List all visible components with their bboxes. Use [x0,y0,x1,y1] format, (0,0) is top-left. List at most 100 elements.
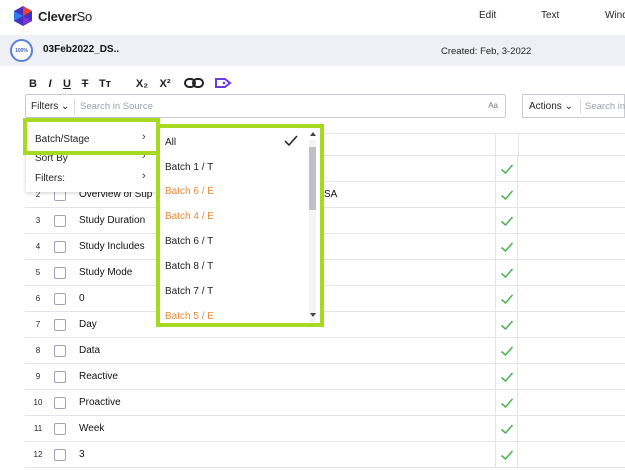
row-label[interactable]: Study Duration [79,215,145,226]
row-label[interactable]: Study Mode [79,267,132,278]
table-row[interactable]: 12 3 [25,442,625,468]
check-icon [500,268,513,279]
link-icon[interactable] [183,76,205,90]
document-title[interactable]: 03Feb2022_DS.. [43,44,119,55]
row-checkbox[interactable] [54,241,66,253]
row-number: 8 [35,346,41,355]
brand-name-light: So [76,9,93,24]
filters-dropdown-button[interactable]: Filters ⌄ [31,101,69,112]
search-source-input[interactable]: Search in Source [80,101,153,112]
table-row[interactable]: 8 Data [25,338,625,364]
menu-text[interactable]: Text [541,10,559,21]
table-row[interactable]: 11 Week [25,416,625,442]
row-label[interactable]: Reactive [79,371,118,382]
filters-label: Filters [31,101,59,112]
row-checkbox[interactable] [54,215,66,227]
subscript-button[interactable]: X₂ [134,77,150,91]
source-filter-bar: Filters ⌄ Search in Source Aa [25,94,506,118]
row-checkbox[interactable] [54,345,66,357]
actions-bar: Actions ⌄ Search in [522,94,625,118]
status-cell [495,312,518,338]
check-icon [500,372,513,383]
check-icon [500,164,513,175]
brand-name: CleverSo [38,9,92,24]
row-number: 11 [33,424,43,433]
status-cell [495,260,518,286]
search-target-input[interactable]: Search in [585,101,625,112]
bold-button[interactable]: B [27,77,39,91]
highlight-box [156,124,324,327]
row-number: 12 [33,450,43,459]
table-row[interactable]: 9 Reactive [25,364,625,390]
check-icon [500,242,513,253]
row-checkbox[interactable] [54,267,66,279]
check-icon [500,190,513,201]
divider [74,98,75,114]
row-checkbox[interactable] [54,371,66,383]
status-cell [495,338,518,364]
highlight-box [23,118,160,155]
table-row[interactable]: 3 Study Duration [25,208,625,234]
status-cell [495,442,518,468]
menu-window[interactable]: Wind [605,10,625,21]
row-number: 3 [35,216,41,225]
row-label[interactable]: 3 [79,449,85,460]
tag-icon[interactable] [214,76,232,90]
divider [495,134,496,157]
created-date: Created: Feb, 3-2022 [441,46,532,57]
strikethrough-button[interactable]: T [79,77,91,91]
divider [518,134,519,157]
actions-label: Actions [529,101,562,112]
match-case-toggle[interactable]: Aa [488,101,498,110]
table-row[interactable]: 5 Study Mode [25,260,625,286]
row-number: 7 [35,320,41,329]
status-cell [495,390,518,416]
chevron-down-icon: ⌄ [61,101,70,112]
row-number: 5 [35,268,41,277]
status-cell [495,156,518,182]
row-label[interactable]: Week [79,423,104,434]
check-icon [500,450,513,461]
table-row[interactable]: 10 Proactive [25,390,625,416]
chevron-right-icon: › [142,170,146,182]
table-row[interactable]: 60 [25,286,625,312]
status-cell [495,286,518,312]
superscript-button[interactable]: X² [157,77,173,91]
row-checkbox[interactable] [54,423,66,435]
row-checkbox[interactable] [54,449,66,461]
row-checkbox[interactable] [54,293,66,305]
status-cell [495,208,518,234]
check-icon [500,424,513,435]
top-menu-bar: CleverSo Edit Text Wind [0,0,625,33]
row-number: 9 [35,372,41,381]
row-number: 10 [33,398,43,407]
progress-indicator: 100% [10,39,33,62]
menu-edit[interactable]: Edit [479,10,496,21]
table-row[interactable]: 7 Day [25,312,625,338]
row-label[interactable]: Data [79,345,100,356]
row-checkbox[interactable] [54,397,66,409]
actions-dropdown-button[interactable]: Actions ⌄ [529,101,573,112]
chevron-down-icon: ⌄ [564,101,573,112]
row-label[interactable]: Day [79,319,97,330]
row-number: 4 [35,242,41,251]
check-icon [500,320,513,331]
italic-button[interactable]: I [44,77,56,91]
row-label[interactable]: Study Includes [79,241,145,252]
row-label[interactable]: Proactive [79,397,121,408]
check-icon [500,398,513,409]
divider [580,98,581,114]
status-cell [495,416,518,442]
check-icon [500,346,513,357]
menu-item-filters[interactable]: Filters: [35,173,65,184]
brand-name-bold: Clever [38,9,77,24]
underline-button[interactable]: U [61,77,73,91]
clever-so-logo-icon [14,6,32,26]
row-checkbox[interactable] [54,319,66,331]
document-header: 100% 03Feb2022_DS.. Created: Feb, 3-2022 [0,35,625,66]
row-label[interactable]: 0 [79,293,85,304]
table-row[interactable]: 4 Study Includes [25,234,625,260]
text-size-button[interactable]: Tт [96,77,114,91]
row-number: 6 [35,294,41,303]
row-label-tail: SA [324,189,338,200]
